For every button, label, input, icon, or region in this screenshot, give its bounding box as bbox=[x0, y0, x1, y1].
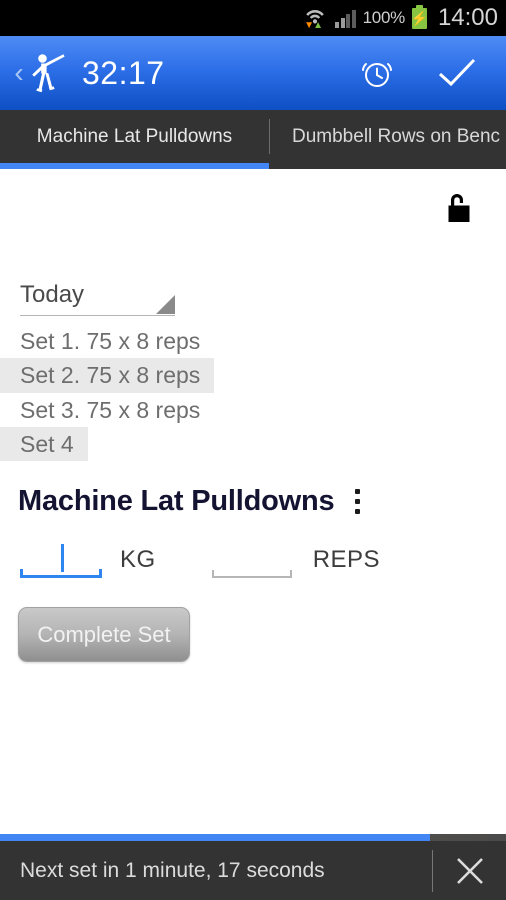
dot bbox=[355, 489, 361, 495]
checkmark-icon[interactable] bbox=[430, 46, 484, 100]
battery-percent-label: 100% bbox=[362, 8, 406, 27]
close-x-icon[interactable] bbox=[433, 841, 506, 900]
reps-input[interactable] bbox=[211, 538, 292, 579]
set-entry-row: KG REPS bbox=[20, 538, 506, 579]
list-item: Set 3. 75 x 8 reps bbox=[20, 396, 201, 423]
dropdown-triangle-icon bbox=[156, 295, 175, 314]
rest-bar-inner: Next set in 1 minute, 17 seconds bbox=[0, 841, 506, 900]
status-bar-icons: ▼▲ 100% ⚡ 14:00 bbox=[302, 4, 498, 32]
dot bbox=[355, 509, 361, 515]
workout-timer: 32:17 bbox=[82, 54, 165, 91]
back-chevron-icon[interactable]: ‹ bbox=[8, 59, 30, 87]
reps-unit-label: REPS bbox=[312, 546, 381, 574]
status-bar: ▼▲ 100% ⚡ 14:00 bbox=[0, 0, 506, 36]
status-bar-clock: 14:00 bbox=[437, 4, 498, 31]
rest-progress-track bbox=[0, 834, 506, 841]
set-row[interactable]: Set 1. 75 x 8 reps bbox=[0, 324, 506, 358]
exercise-figure-icon bbox=[32, 54, 65, 93]
data-transfer-icon: ▼▲ bbox=[304, 20, 323, 31]
weight-unit-label: KG bbox=[120, 546, 156, 574]
main-content: Today Set 1. 75 x 8 reps Set 2. 75 x 8 r… bbox=[0, 169, 506, 834]
date-picker-underline bbox=[20, 315, 175, 316]
list-item: Set 2. 75 x 8 reps bbox=[0, 358, 215, 393]
page-title: Machine Lat Pulldowns bbox=[18, 485, 335, 518]
set-row[interactable]: Set 4 bbox=[0, 427, 506, 462]
cell-signal-icon bbox=[335, 8, 356, 28]
unlocked-padlock-icon[interactable] bbox=[442, 189, 472, 227]
close-x-glyph bbox=[456, 857, 483, 884]
set-history-list: Set 1. 75 x 8 reps Set 2. 75 x 8 reps Se… bbox=[0, 324, 506, 462]
battery-charging-icon: ⚡ bbox=[410, 4, 429, 29]
rest-timer-bar: Next set in 1 minute, 17 seconds bbox=[0, 834, 506, 900]
exercise-title-row: Machine Lat Pulldowns bbox=[18, 485, 506, 518]
checkmark-glyph bbox=[438, 58, 476, 87]
set-row[interactable]: Set 2. 75 x 8 reps bbox=[0, 358, 506, 393]
rest-countdown-label: Next set in 1 minute, 17 seconds bbox=[20, 858, 325, 882]
tab-label: Dumbbell Rows on Benc bbox=[292, 125, 501, 147]
set-row[interactable]: Set 3. 75 x 8 reps bbox=[0, 393, 506, 427]
wifi-icon: ▼▲ bbox=[302, 6, 328, 31]
dot bbox=[355, 499, 361, 505]
list-item: Set 4 bbox=[0, 427, 88, 462]
field-underline bbox=[211, 576, 292, 579]
text-cursor bbox=[61, 544, 64, 573]
weight-input[interactable] bbox=[20, 538, 102, 579]
alarm-clock-icon[interactable] bbox=[350, 46, 404, 100]
tab-dumbbell-rows-on-bench[interactable]: Dumbbell Rows on Benc bbox=[270, 110, 506, 163]
tab-label: Machine Lat Pulldowns bbox=[36, 125, 233, 147]
more-vertical-icon[interactable] bbox=[347, 485, 368, 518]
rest-progress-fill bbox=[0, 834, 431, 841]
tab-machine-lat-pulldowns[interactable]: Machine Lat Pulldowns bbox=[0, 110, 269, 163]
app-bar: ‹ 32:17 bbox=[0, 36, 506, 110]
alarm-clock-glyph bbox=[362, 63, 392, 87]
exercise-tab-strip[interactable]: Machine Lat Pulldowns Dumbbell Rows on B… bbox=[0, 110, 506, 163]
lock-row bbox=[0, 169, 506, 227]
field-underline bbox=[20, 575, 102, 579]
complete-set-button[interactable]: Complete Set bbox=[18, 607, 190, 663]
date-picker[interactable]: Today bbox=[20, 281, 175, 316]
list-item: Set 1. 75 x 8 reps bbox=[20, 328, 201, 354]
charging-bolt-icon: ⚡ bbox=[410, 10, 429, 26]
date-picker-value: Today bbox=[20, 281, 85, 308]
